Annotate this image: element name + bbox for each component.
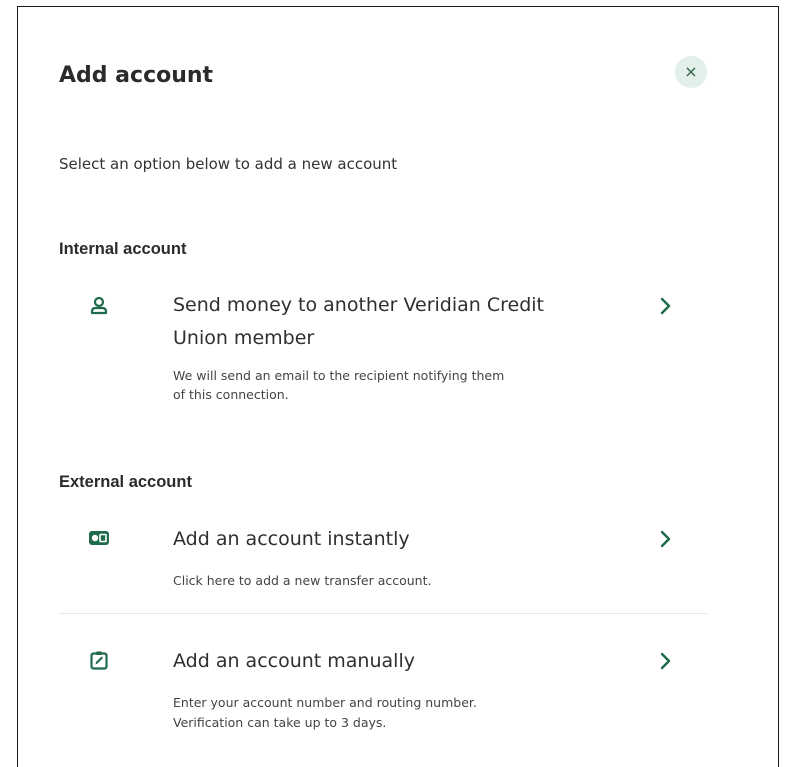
divider	[59, 613, 707, 614]
external-account-heading: External account	[59, 473, 192, 491]
close-icon: ×	[684, 62, 698, 81]
option-description-line2: Verification can take up to 3 days.	[173, 715, 387, 730]
option-description: Enter your account number and routing nu…	[173, 695, 477, 710]
dialog-subtitle: Select an option below to add a new acco…	[59, 155, 398, 173]
send-to-member-option[interactable]: Send money to another Veridian Credit Un…	[59, 287, 707, 417]
bank-card-icon	[85, 524, 113, 552]
option-title: Add an account instantly	[173, 528, 410, 550]
close-button[interactable]: ×	[675, 56, 707, 88]
chevron-right-icon	[655, 528, 677, 550]
option-title: Add an account manually	[173, 650, 415, 672]
chevron-right-icon	[655, 295, 677, 317]
internal-account-heading: Internal account	[59, 240, 187, 258]
option-title: Send money to another Veridian Credit	[173, 294, 545, 316]
add-account-instantly-option[interactable]: Add an account instantly Click here to a…	[59, 524, 707, 604]
option-description: Click here to add a new transfer account…	[173, 573, 432, 588]
person-icon	[85, 292, 113, 320]
option-description: We will send an email to the recipient n…	[173, 368, 505, 383]
chevron-right-icon	[655, 650, 677, 672]
dialog-title: Add account	[59, 63, 214, 88]
add-account-manually-option[interactable]: Add an account manually Enter your accou…	[59, 646, 707, 746]
edit-clipboard-icon	[85, 646, 113, 674]
option-description-line2: of this connection.	[173, 387, 289, 402]
option-title-line2: Union member	[173, 327, 315, 349]
